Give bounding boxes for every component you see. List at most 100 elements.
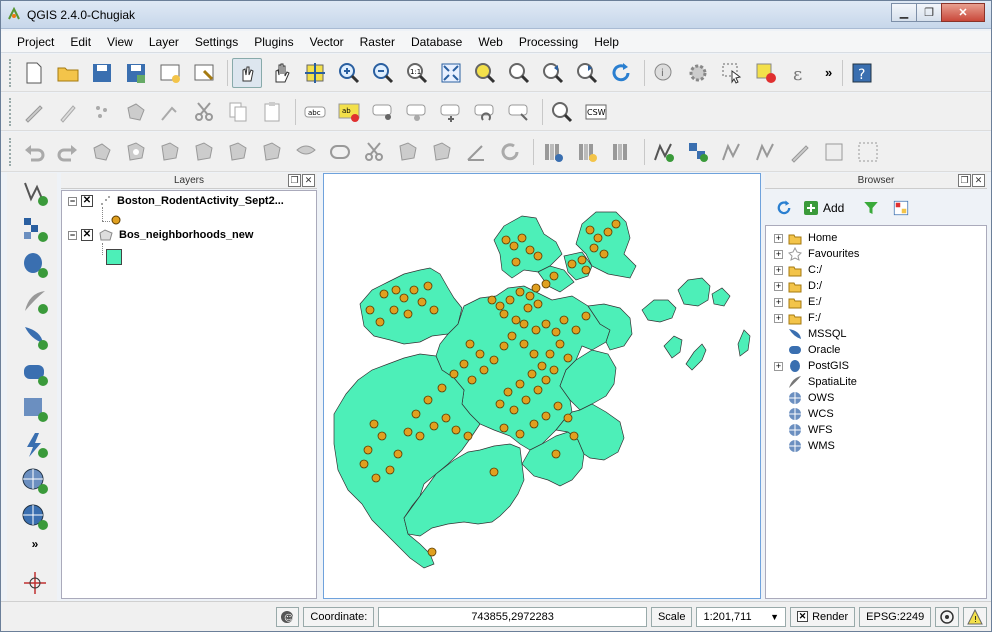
toolbar-overflow-button[interactable]: » xyxy=(825,65,832,80)
menu-plugins[interactable]: Plugins xyxy=(246,35,301,49)
browser-item-mssql[interactable]: MSSQL xyxy=(774,326,847,342)
crs-status-button[interactable]: EPSG:2249 xyxy=(859,606,932,627)
paste-features-icon[interactable] xyxy=(257,97,287,127)
undo-icon[interactable] xyxy=(19,137,49,167)
collapse-all-icon[interactable] xyxy=(892,199,910,217)
digitize-line-icon[interactable] xyxy=(717,137,747,167)
digitize-polygon-icon[interactable] xyxy=(751,137,781,167)
save-as-icon[interactable] xyxy=(121,58,151,88)
add-part-icon[interactable] xyxy=(155,137,185,167)
browser-item-oracle[interactable]: Oracle xyxy=(774,342,840,358)
add-delimited-layer-icon[interactable] xyxy=(572,137,602,167)
menu-database[interactable]: Database xyxy=(403,35,470,49)
browser-item-c-drive[interactable]: + C:/ xyxy=(774,262,822,278)
zoom-out-icon[interactable] xyxy=(368,58,398,88)
run-action-icon[interactable] xyxy=(683,58,713,88)
menu-vector[interactable]: Vector xyxy=(302,35,352,49)
add-point-icon[interactable] xyxy=(87,97,117,127)
add-wms-globe-icon[interactable] xyxy=(17,501,53,533)
left-toolbar-more-icon[interactable]: » xyxy=(17,537,53,551)
pin-tool-icon[interactable] xyxy=(819,137,849,167)
add-oracle-layer-icon[interactable] xyxy=(17,357,53,389)
browser-item-home[interactable]: + Home xyxy=(774,230,837,246)
menu-web[interactable]: Web xyxy=(470,35,510,49)
measure-tool-icon[interactable] xyxy=(785,137,815,167)
add-button[interactable]: Add xyxy=(803,200,844,216)
rotate-symbols-icon[interactable] xyxy=(495,137,525,167)
offset-curve-icon[interactable] xyxy=(325,137,355,167)
browser-item-wfs[interactable]: WFS xyxy=(774,422,832,438)
pan-to-selection-icon[interactable] xyxy=(300,58,330,88)
crs-globe-icon[interactable] xyxy=(935,606,960,627)
refresh-icon[interactable] xyxy=(606,58,636,88)
node-tool-icon[interactable] xyxy=(155,97,185,127)
layer-row-neighborhoods[interactable]: − ✕ Bos_neighborhoods_new xyxy=(68,229,253,241)
pin-labels-icon[interactable] xyxy=(368,97,398,127)
zoom-full-icon[interactable] xyxy=(436,58,466,88)
delete-part-icon[interactable] xyxy=(257,137,287,167)
label-highlight-icon[interactable]: ab xyxy=(334,97,364,127)
browser-item-favourites[interactable]: + Favourites xyxy=(774,246,859,262)
browser-item-spatialite[interactable]: SpatiaLite xyxy=(774,374,857,390)
render-toggle[interactable]: ✕ Render xyxy=(790,606,856,627)
zoom-native-icon[interactable]: 1:1 xyxy=(402,58,432,88)
pan-map-icon[interactable] xyxy=(266,58,296,88)
csw-icon[interactable]: CSW xyxy=(581,97,611,127)
select-features-icon[interactable] xyxy=(717,58,747,88)
new-project-icon[interactable] xyxy=(19,58,49,88)
add-ring-icon[interactable] xyxy=(121,137,151,167)
layer-row-rodent[interactable]: − ✕ Boston_RodentActivity_Sept2... xyxy=(68,195,284,207)
collapse-toggle[interactable]: − xyxy=(68,230,77,240)
add-polygon-icon[interactable] xyxy=(121,97,151,127)
identify-features-icon[interactable]: i xyxy=(649,58,679,88)
reshape-features-icon[interactable] xyxy=(291,137,321,167)
zoom-in-icon[interactable] xyxy=(334,58,364,88)
close-panel-button[interactable]: ✕ xyxy=(972,174,985,187)
add-table-icon[interactable] xyxy=(606,137,636,167)
collapse-toggle[interactable]: − xyxy=(68,196,77,206)
browser-item-postgis[interactable]: + PostGIS xyxy=(774,358,849,374)
merge-features-icon[interactable] xyxy=(427,137,457,167)
add-vector-layer-icon[interactable] xyxy=(17,177,53,209)
current-edits-icon[interactable] xyxy=(19,97,49,127)
menu-raster[interactable]: Raster xyxy=(352,35,403,49)
zoom-to-selection-icon[interactable] xyxy=(504,58,534,88)
add-wfs-layer-icon[interactable] xyxy=(17,465,53,497)
messages-icon[interactable]: ☺ xyxy=(275,606,300,627)
raster-calc-icon[interactable] xyxy=(683,137,713,167)
menu-processing[interactable]: Processing xyxy=(511,35,586,49)
browser-item-wms[interactable]: WMS xyxy=(774,438,835,454)
new-print-composer-icon[interactable] xyxy=(155,58,185,88)
composer-manager-icon[interactable] xyxy=(189,58,219,88)
deselect-features-icon[interactable] xyxy=(751,58,781,88)
help-icon[interactable]: ? xyxy=(847,58,877,88)
restore-button[interactable]: ❐ xyxy=(916,3,942,22)
menu-view[interactable]: View xyxy=(99,35,141,49)
touch-zoom-pan-icon[interactable] xyxy=(232,57,262,88)
field-calculator-icon[interactable]: ε xyxy=(785,58,815,88)
split-features-icon[interactable] xyxy=(359,137,389,167)
fill-ring-icon[interactable] xyxy=(189,137,219,167)
add-wcs-layer-icon[interactable] xyxy=(17,429,53,461)
minimize-button[interactable]: ▁ xyxy=(891,3,917,22)
close-button[interactable]: ✕ xyxy=(941,3,985,22)
add-wms-layer-icon[interactable] xyxy=(17,393,53,425)
menu-edit[interactable]: Edit xyxy=(62,35,99,49)
merge-attributes-icon[interactable] xyxy=(461,137,491,167)
float-panel-button[interactable]: ❐ xyxy=(958,174,971,187)
change-label-icon[interactable] xyxy=(504,97,534,127)
toggle-editing-icon[interactable] xyxy=(53,97,83,127)
copy-features-icon[interactable] xyxy=(223,97,253,127)
save-project-icon[interactable] xyxy=(87,58,117,88)
split-parts-icon[interactable] xyxy=(393,137,423,167)
float-panel-button[interactable]: ❐ xyxy=(288,174,301,187)
map-canvas[interactable] xyxy=(323,173,761,599)
warning-icon[interactable]: ! xyxy=(963,606,988,627)
scale-combobox[interactable]: 1:201,711 ▼ xyxy=(696,606,787,627)
layer-visibility-checkbox[interactable]: ✕ xyxy=(81,195,93,207)
toolbar-grip[interactable] xyxy=(9,97,13,126)
close-panel-button[interactable]: ✕ xyxy=(302,174,315,187)
layer-visibility-checkbox[interactable]: ✕ xyxy=(81,229,93,241)
menu-project[interactable]: Project xyxy=(9,35,62,49)
open-project-icon[interactable] xyxy=(53,58,83,88)
